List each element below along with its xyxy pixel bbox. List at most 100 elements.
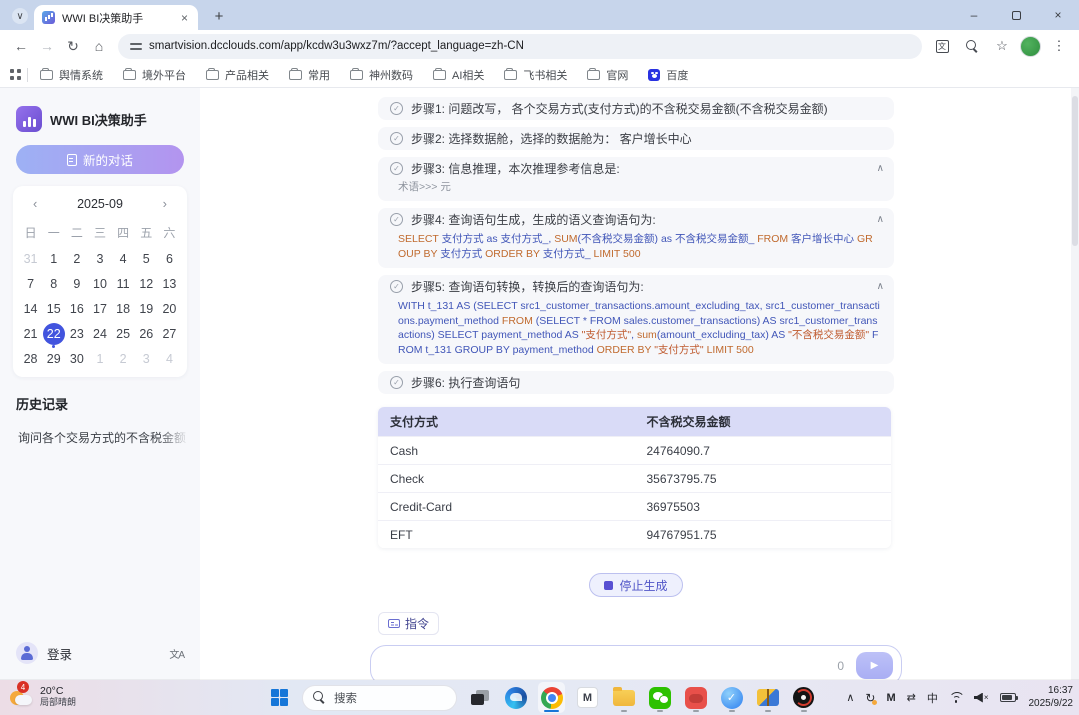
calendar-day[interactable]: 14 <box>19 296 42 321</box>
calendar-day[interactable]: 1 <box>42 246 65 271</box>
network-activity-icon[interactable]: ⇄ <box>907 691 916 704</box>
calendar-day[interactable]: 18 <box>112 296 135 321</box>
send-button[interactable]: ▶ <box>856 652 893 679</box>
profile-avatar[interactable] <box>1020 36 1041 57</box>
chat-input[interactable] <box>385 659 829 673</box>
back-button[interactable]: ← <box>8 33 34 59</box>
page-scrollbar[interactable] <box>1071 88 1079 680</box>
tab-search-button[interactable]: ∨ <box>12 8 28 24</box>
new-chat-button[interactable]: 新的对话 <box>16 145 184 174</box>
calendar-day[interactable]: 6 <box>158 246 181 271</box>
weather-widget[interactable]: 4 20°C 局部晴朗 <box>8 683 76 709</box>
calendar-day[interactable]: 5 <box>135 246 158 271</box>
calendar-day[interactable]: 2 <box>65 246 88 271</box>
language-switch-icon[interactable]: 文A <box>169 646 184 661</box>
wechat-button[interactable] <box>646 682 673 713</box>
bookmark-folder-yuqing[interactable]: 舆情系统 <box>40 67 103 83</box>
stop-generation-button[interactable]: 停止生成 <box>589 573 682 597</box>
red-cat-app-button[interactable] <box>682 682 709 713</box>
home-button[interactable]: ⌂ <box>86 33 112 59</box>
browser-menu-icon[interactable]: ⋮ <box>1047 34 1071 58</box>
bookmark-star-icon[interactable]: ☆ <box>990 34 1014 58</box>
calendar-day[interactable]: 8 <box>42 271 65 296</box>
tab-close-icon[interactable]: × <box>179 11 190 25</box>
active-tab[interactable]: WWI BI决策助手 × <box>34 5 198 30</box>
calendar-day[interactable]: 31 <box>19 246 42 271</box>
calendar-day[interactable]: 1 <box>88 346 111 371</box>
blue-app-button[interactable]: ✓ <box>718 682 745 713</box>
wifi-icon[interactable] <box>949 692 963 703</box>
start-button[interactable] <box>266 682 293 713</box>
url-text[interactable]: smartvision.dcclouds.com/app/kcdw3u3wxz7… <box>149 40 524 52</box>
scrollbar-thumb[interactable] <box>1072 96 1078 246</box>
collapse-icon[interactable]: ∧ <box>877 214 884 225</box>
apps-grid-icon[interactable] <box>10 69 21 80</box>
window-close-button[interactable]: × <box>1037 0 1079 30</box>
taskbar-clock[interactable]: 16:37 2025/9/22 <box>1029 685 1074 710</box>
calendar-day[interactable]: 23 <box>65 321 88 346</box>
window-maximize-button[interactable] <box>995 0 1037 30</box>
bookmark-folder-feishu[interactable]: 飞书相关 <box>504 67 567 83</box>
calendar-day[interactable]: 17 <box>88 296 111 321</box>
calendar-day[interactable]: 3 <box>88 246 111 271</box>
calendar-day[interactable]: 21 <box>19 321 42 346</box>
calendar-day[interactable]: 7 <box>19 271 42 296</box>
translate-icon[interactable]: 文 <box>930 34 954 58</box>
calendar-day[interactable]: 28 <box>19 346 42 371</box>
calendar-day[interactable]: 16 <box>65 296 88 321</box>
edge-button[interactable] <box>502 682 529 713</box>
login-button[interactable]: 登录 <box>47 644 72 663</box>
calendar-day[interactable]: 13 <box>158 271 181 296</box>
address-bar[interactable]: smartvision.dcclouds.com/app/kcdw3u3wxz7… <box>118 34 922 59</box>
calendar-day[interactable]: 29 <box>42 346 65 371</box>
calendar-day[interactable]: 25 <box>112 321 135 346</box>
file-explorer-button[interactable] <box>610 682 637 713</box>
collapse-icon[interactable]: ∧ <box>877 163 884 174</box>
tray-chevron-up-icon[interactable]: ∧ <box>846 691 854 704</box>
calendar-day-selected[interactable]: 22 <box>42 321 65 346</box>
calendar-next-icon[interactable]: › <box>161 196 169 211</box>
chat-input-box[interactable]: 0 ▶ <box>370 645 902 680</box>
calendar-day[interactable]: 12 <box>135 271 158 296</box>
taskbar-search[interactable]: 搜索 <box>302 685 457 711</box>
new-tab-button[interactable]: + <box>208 5 230 27</box>
bookmark-folder-changyong[interactable]: 常用 <box>289 67 330 83</box>
calendar-day[interactable]: 10 <box>88 271 111 296</box>
window-minimize-button[interactable]: – <box>953 0 995 30</box>
collapse-icon[interactable]: ∧ <box>877 281 884 292</box>
calendar-day[interactable]: 26 <box>135 321 158 346</box>
calendar-day[interactable]: 15 <box>42 296 65 321</box>
site-info-icon[interactable] <box>130 41 142 51</box>
bookmark-folder-ai[interactable]: AI相关 <box>433 67 484 83</box>
archive-app-button[interactable] <box>754 682 781 713</box>
calendar-day[interactable]: 19 <box>135 296 158 321</box>
calendar-day[interactable]: 30 <box>65 346 88 371</box>
bookmark-baidu[interactable]: 百度 <box>648 67 688 83</box>
history-item[interactable]: 询问各个交易方式的不含税金额 <box>10 422 190 453</box>
calendar-day[interactable]: 4 <box>158 346 181 371</box>
calendar-day[interactable]: 11 <box>112 271 135 296</box>
task-view-button[interactable] <box>466 682 493 713</box>
bookmark-folder-chanpin[interactable]: 产品相关 <box>206 67 269 83</box>
ime-indicator[interactable]: 中 <box>927 690 938 706</box>
bookmark-folder-guanwang[interactable]: 官网 <box>587 67 628 83</box>
calendar-day[interactable]: 24 <box>88 321 111 346</box>
volume-muted-icon[interactable]: × <box>974 693 989 703</box>
sync-status-icon[interactable]: ↻ <box>865 691 875 705</box>
calendar-day[interactable]: 2 <box>112 346 135 371</box>
bookmark-folder-shenzhou[interactable]: 神州数码 <box>350 67 413 83</box>
bookmark-folder-jingwai[interactable]: 境外平台 <box>123 67 186 83</box>
forward-button[interactable]: → <box>34 33 60 59</box>
chrome-button[interactable] <box>538 682 565 713</box>
zoom-icon[interactable] <box>960 34 984 58</box>
calendar-day[interactable]: 27 <box>158 321 181 346</box>
calendar-prev-icon[interactable]: ‹ <box>31 196 39 211</box>
reload-button[interactable]: ↻ <box>60 33 86 59</box>
calendar-day[interactable]: 9 <box>65 271 88 296</box>
command-button[interactable]: 指令 <box>378 612 439 635</box>
tray-m-app-icon[interactable]: M <box>886 692 895 704</box>
calendar-day[interactable]: 3 <box>135 346 158 371</box>
calendar-day[interactable]: 20 <box>158 296 181 321</box>
markdown-app-button[interactable]: M <box>574 682 601 713</box>
battery-icon[interactable] <box>1000 693 1016 702</box>
